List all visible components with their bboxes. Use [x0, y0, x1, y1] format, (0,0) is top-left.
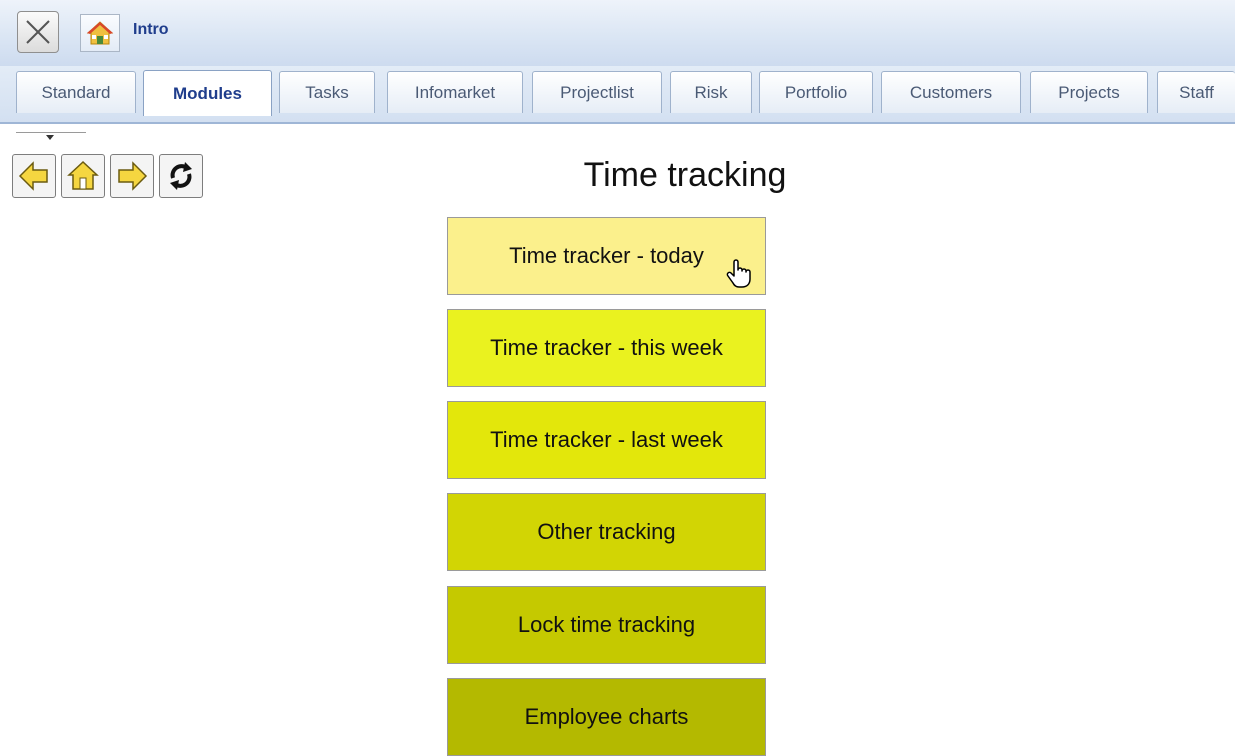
tab-standard[interactable]: Standard [16, 71, 136, 113]
house-icon [86, 21, 114, 45]
home-button[interactable] [80, 14, 120, 52]
tab-risk[interactable]: Risk [670, 71, 752, 113]
tab-portfolio[interactable]: Portfolio [759, 71, 873, 113]
page-title: Time tracking [583, 156, 787, 194]
close-icon [26, 20, 50, 44]
tile-other-tracking[interactable]: Other tracking [447, 493, 766, 571]
tab-customers[interactable]: Customers [881, 71, 1021, 113]
tile-employee-charts[interactable]: Employee charts [447, 678, 766, 756]
tab-modules[interactable]: Modules [143, 70, 272, 116]
close-button[interactable] [17, 11, 59, 53]
tab-staff[interactable]: Staff [1157, 71, 1235, 113]
tile-time-tracker-this-week[interactable]: Time tracker - this week [447, 309, 766, 387]
tile-time-tracker-today[interactable]: Time tracker - today [447, 217, 766, 295]
tab-projects[interactable]: Projects [1030, 71, 1148, 113]
chevron-down-icon [46, 135, 54, 140]
top-bar: Intro [0, 0, 1235, 66]
tab-projectlist[interactable]: Projectlist [532, 71, 662, 113]
tab-bar: Standard Modules Tasks Infomarket Projec… [0, 66, 1235, 124]
breadcrumb-intro[interactable]: Intro [133, 21, 169, 39]
tab-infomarket[interactable]: Infomarket [387, 71, 523, 113]
tab-tasks[interactable]: Tasks [279, 71, 375, 113]
collapse-handle[interactable] [16, 132, 86, 142]
tile-time-tracker-last-week[interactable]: Time tracker - last week [447, 401, 766, 479]
tile-lock-time-tracking[interactable]: Lock time tracking [447, 586, 766, 664]
hand-cursor-icon [725, 256, 759, 295]
